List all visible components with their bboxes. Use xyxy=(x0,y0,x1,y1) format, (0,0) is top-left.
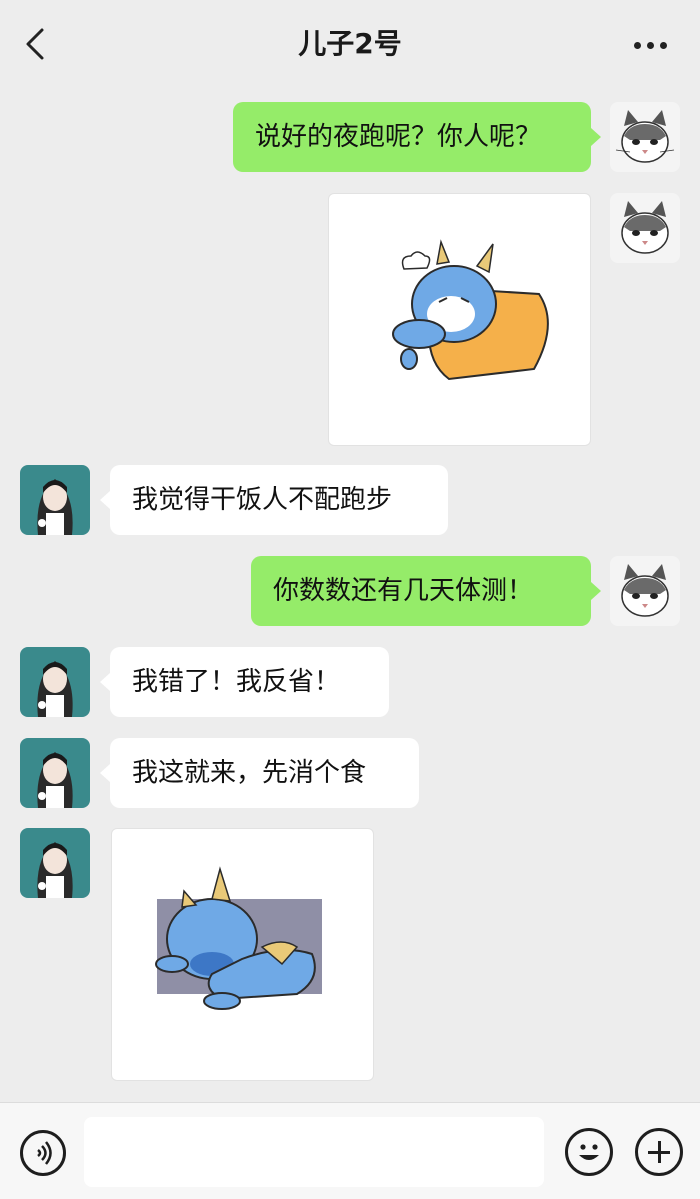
bubble-tail xyxy=(591,128,601,146)
voice-icon[interactable] xyxy=(20,1130,66,1176)
plus-icon[interactable] xyxy=(635,1128,683,1176)
chat-header: 儿子2号 xyxy=(0,0,700,88)
message-bubble[interactable]: 我觉得干饭人不配跑步 xyxy=(110,465,448,535)
chat-title: 儿子2号 xyxy=(298,27,402,60)
input-bar xyxy=(0,1102,700,1199)
sticker-image[interactable] xyxy=(111,828,374,1081)
message-bubble[interactable]: 我这就来，先消个食 xyxy=(110,738,419,808)
more-dots-icon[interactable] xyxy=(634,42,668,50)
avatar-cat[interactable] xyxy=(610,193,680,263)
avatar-girl[interactable] xyxy=(20,647,90,717)
message-bubble[interactable]: 你数数还有几天体测！ xyxy=(251,556,591,626)
bubble-tail xyxy=(100,764,110,782)
avatar-cat[interactable] xyxy=(610,102,680,172)
message-bubble[interactable]: 我错了！我反省！ xyxy=(110,647,389,717)
avatar-girl[interactable] xyxy=(20,465,90,535)
bubble-tail xyxy=(100,673,110,691)
avatar-cat[interactable] xyxy=(610,556,680,626)
emoji-icon[interactable] xyxy=(565,1128,613,1176)
avatar-girl[interactable] xyxy=(20,828,90,898)
sticker-image[interactable] xyxy=(328,193,591,446)
message-input[interactable] xyxy=(84,1117,544,1187)
bubble-tail xyxy=(591,582,601,600)
message-bubble[interactable]: 说好的夜跑呢？你人呢？ xyxy=(233,102,591,172)
bubble-tail xyxy=(100,491,110,509)
avatar-girl[interactable] xyxy=(20,738,90,808)
